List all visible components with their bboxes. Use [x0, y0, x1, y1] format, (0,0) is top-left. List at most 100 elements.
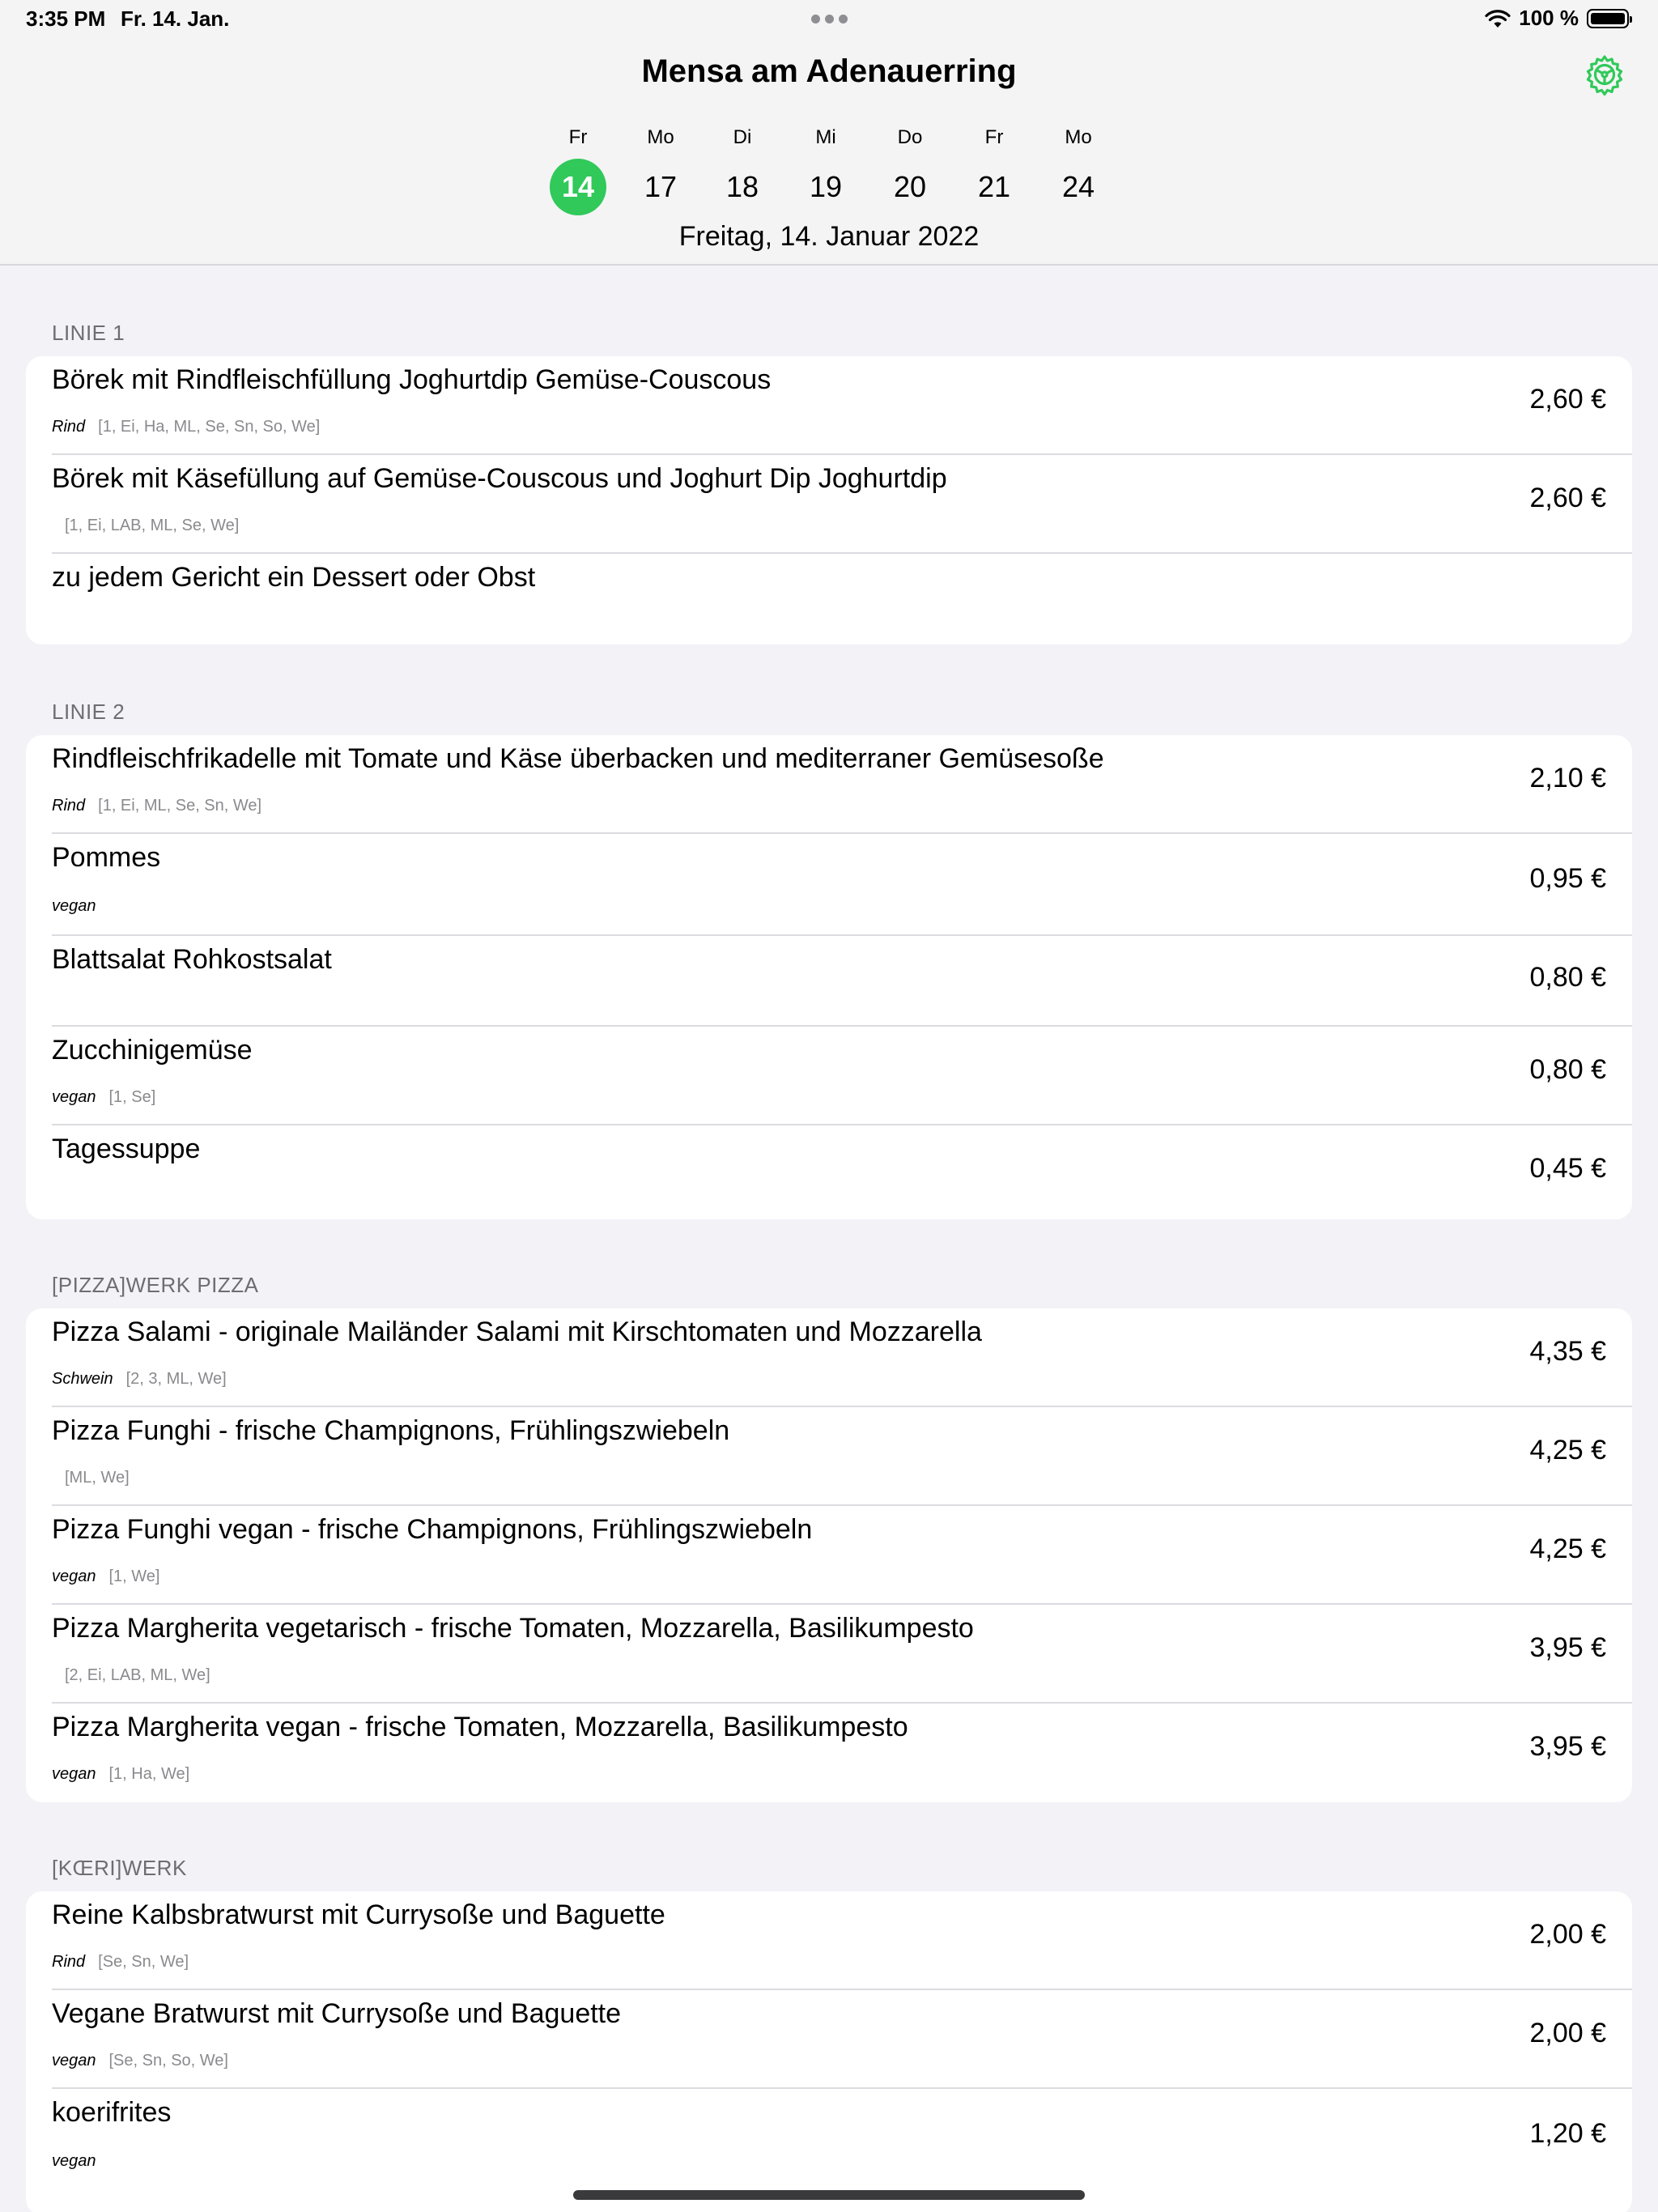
dish-tag: vegan: [52, 2152, 96, 2170]
dish-meta: [1, Ei, LAB, ML, Se, We]: [52, 517, 239, 535]
dish-price: 4,25 €: [1529, 1534, 1606, 1564]
menu-item[interactable]: Reine Kalbsbratwurst mit Currysoße und B…: [26, 1891, 1632, 1990]
dish-price: 3,95 €: [1529, 1731, 1606, 1762]
dish-price: 3,95 €: [1529, 1632, 1606, 1663]
day-abbr: Di: [733, 126, 752, 148]
dish-price: 0,80 €: [1529, 1054, 1606, 1085]
day-abbr: Mo: [647, 126, 674, 148]
dish-price: 2,00 €: [1529, 1919, 1606, 1950]
status-indicators: 100 %: [1485, 6, 1632, 31]
dish-codes: [2, Ei, LAB, ML, We]: [65, 1666, 210, 1684]
day-selector-2[interactable]: Di 18: [706, 121, 779, 219]
dish-price: 1,20 €: [1529, 2118, 1606, 2149]
dish-codes: [1, Ei, Ha, ML, Se, Sn, So, We]: [98, 418, 321, 436]
day-number: 14: [550, 159, 606, 215]
day-number: 20: [893, 170, 927, 203]
menu-item[interactable]: Pommes vegan 0,95 €: [26, 834, 1632, 936]
dish-price: 0,45 €: [1529, 1153, 1606, 1184]
dish-price: 4,25 €: [1529, 1435, 1606, 1465]
menu-item[interactable]: Vegane Bratwurst mit Currysoße und Bague…: [26, 1990, 1632, 2089]
section-header: LINIE 2: [52, 700, 125, 724]
menu-item[interactable]: Börek mit Käsefüllung auf Gemüse-Couscou…: [26, 455, 1632, 554]
day-number: 17: [644, 170, 678, 203]
dish-name: Vegane Bratwurst mit Currysoße und Bague…: [52, 1998, 622, 2029]
status-time: 3:35 PM: [26, 6, 106, 31]
dish-codes: [1, Se]: [108, 1088, 156, 1106]
dish-tag: vegan: [52, 1088, 96, 1106]
dish-meta: vegan [Se, Sn, So, We]: [52, 2052, 228, 2070]
dish-name: Pizza Funghi vegan - frische Champignons…: [52, 1514, 813, 1545]
dish-meta: Rind [Se, Sn, We]: [52, 1953, 189, 1972]
dish-name: Tagessuppe: [52, 1134, 201, 1164]
day-selector-4[interactable]: Do 20: [874, 121, 946, 219]
selected-date-label: Freitag, 14. Januar 2022: [678, 221, 980, 252]
dish-tag: Rind: [52, 418, 86, 436]
dish-price: 2,00 €: [1529, 2018, 1606, 2048]
day-selector-1[interactable]: Mo 17: [624, 121, 697, 219]
menu-item[interactable]: Pizza Funghi vegan - frische Champignons…: [26, 1506, 1632, 1605]
day-abbr: Fr: [568, 126, 588, 148]
dish-meta: Schwein [2, 3, ML, We]: [52, 1370, 227, 1389]
wifi-icon: [1485, 9, 1511, 28]
menu-item[interactable]: Pizza Margherita vegetarisch - frische T…: [26, 1605, 1632, 1704]
dish-name: Pizza Salami - originale Mailänder Salam…: [52, 1317, 982, 1347]
home-indicator[interactable]: [573, 2190, 1085, 2200]
dish-codes: [2, 3, ML, We]: [125, 1370, 227, 1388]
day-selector-6[interactable]: Mo 24: [1042, 121, 1115, 219]
dish-meta: vegan [1, Ha, We]: [52, 1765, 189, 1784]
day-selector-5[interactable]: Fr 21: [958, 121, 1031, 219]
dish-meta: Rind [1, Ei, Ha, ML, Se, Sn, So, We]: [52, 418, 320, 436]
day-selector-0[interactable]: Fr 14: [542, 121, 614, 219]
dish-tag: vegan: [52, 2052, 96, 2069]
app-root: 3:35 PM Fr. 14. Jan. 100 % Mensa am Aden…: [0, 0, 1658, 2212]
dish-name: Pizza Margherita vegan - frische Tomaten…: [52, 1712, 908, 1742]
day-number: 24: [1061, 170, 1095, 203]
dish-price: 4,35 €: [1529, 1336, 1606, 1367]
menu-item[interactable]: Börek mit Rindfleischfüllung Joghurtdip …: [26, 356, 1632, 455]
dish-price: 0,80 €: [1529, 962, 1606, 993]
day-number: 19: [809, 170, 843, 203]
dish-price: 2,60 €: [1529, 483, 1606, 513]
dish-tag: Schwein: [52, 1370, 113, 1388]
menu-item[interactable]: Pizza Funghi - frische Champignons, Früh…: [26, 1407, 1632, 1506]
menu-item[interactable]: Tagessuppe 0,45 €: [26, 1125, 1632, 1219]
dish-meta: [ML, We]: [52, 1469, 130, 1487]
dish-name: Börek mit Käsefüllung auf Gemüse-Couscou…: [52, 463, 947, 494]
battery-icon: [1587, 8, 1632, 28]
menu-item[interactable]: Pizza Margherita vegan - frische Tomaten…: [26, 1704, 1632, 1802]
dish-codes: [Se, Sn, So, We]: [108, 2052, 228, 2069]
dish-meta: vegan: [52, 897, 109, 916]
menu-item[interactable]: Zucchinigemüse vegan [1, Se] 0,80 €: [26, 1027, 1632, 1125]
menu-item[interactable]: zu jedem Gericht ein Dessert oder Obst: [26, 554, 1632, 644]
dish-price: 2,10 €: [1529, 763, 1606, 793]
day-selector-3[interactable]: Mi 19: [789, 121, 862, 219]
section-header: [PIZZA]WERK PIZZA: [52, 1273, 259, 1297]
multitasking-dots-icon[interactable]: [811, 15, 848, 23]
status-bar: 3:35 PM Fr. 14. Jan. 100 %: [0, 0, 1658, 39]
menu-item[interactable]: Blattsalat Rohkostsalat 0,80 €: [26, 936, 1632, 1027]
menu-card: Börek mit Rindfleischfüllung Joghurtdip …: [26, 356, 1632, 644]
dish-codes: [1, We]: [108, 1568, 160, 1585]
dish-tag: vegan: [52, 1568, 96, 1585]
settings-button[interactable]: [1582, 52, 1627, 97]
dish-name: Börek mit Rindfleischfüllung Joghurtdip …: [52, 364, 772, 395]
day-abbr: Do: [897, 126, 923, 148]
dish-codes: [Se, Sn, We]: [98, 1953, 189, 1971]
menu-item[interactable]: Pizza Salami - originale Mailänder Salam…: [26, 1308, 1632, 1407]
dish-name: Reine Kalbsbratwurst mit Currysoße und B…: [52, 1899, 665, 1930]
menu-item[interactable]: Rindfleischfrikadelle mit Tomate und Käs…: [26, 735, 1632, 834]
dish-price: 0,95 €: [1529, 863, 1606, 894]
menu-item[interactable]: koerifrites vegan 1,20 €: [26, 2089, 1632, 2202]
section-header: [KŒRI]WERK: [52, 1856, 187, 1880]
dish-tag: Rind: [52, 1953, 86, 1971]
day-number: 21: [977, 170, 1011, 203]
dish-meta: Rind [1, Ei, ML, Se, Sn, We]: [52, 797, 261, 815]
dish-name: koerifrites: [52, 2097, 172, 2128]
status-date: Fr. 14. Jan.: [121, 6, 230, 31]
navigation-header: 3:35 PM Fr. 14. Jan. 100 % Mensa am Aden…: [0, 0, 1658, 266]
gear-icon: [1586, 55, 1623, 96]
dish-name: Blattsalat Rohkostsalat: [52, 944, 332, 975]
dish-tag: vegan: [52, 1765, 96, 1783]
menu-card: Pizza Salami - originale Mailänder Salam…: [26, 1308, 1632, 1802]
dish-name: Pizza Margherita vegetarisch - frische T…: [52, 1613, 974, 1644]
